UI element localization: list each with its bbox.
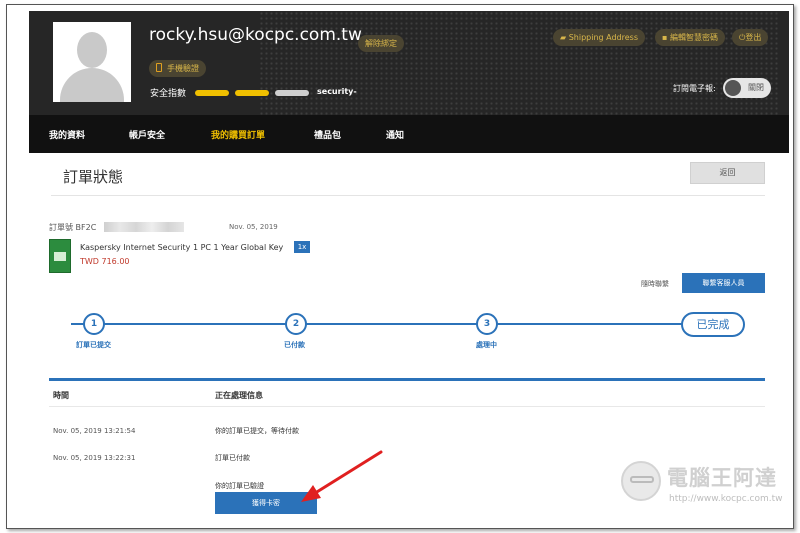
log-table-top-border — [49, 378, 765, 381]
log-row-3-message: 你的訂單已驗證 — [215, 482, 264, 490]
tab-gift-pack[interactable]: 禮品包 — [314, 128, 341, 141]
security-bar-2 — [235, 90, 269, 96]
order-number-redaction — [104, 222, 184, 232]
page-title: 訂單狀態 — [63, 168, 124, 186]
step-1-circle: 1 — [83, 313, 105, 335]
toggle-knob — [725, 80, 741, 96]
order-date: Nov. 05, 2019 — [229, 223, 278, 231]
shipping-address-button[interactable]: ▰ Shipping Address — [553, 29, 646, 46]
step-3-label: 處理中 — [476, 341, 497, 349]
shipping-address-label: Shipping Address — [568, 33, 639, 42]
back-button[interactable]: 返回 — [690, 162, 765, 184]
log-row-2-time: Nov. 05, 2019 13:22:31 — [53, 454, 136, 462]
phone-verify-badge[interactable]: 手機驗證 — [149, 60, 206, 77]
tab-notifications[interactable]: 通知 — [386, 128, 404, 141]
get-card-key-button[interactable]: 獲得卡密 — [215, 492, 317, 514]
log-row-1-time: Nov. 05, 2019 13:21:54 — [53, 427, 136, 435]
security-bar-1 — [195, 90, 229, 96]
phone-verify-label: 手機驗證 — [167, 64, 199, 73]
account-header: rocky.hsu@kocpc.com.tw 解除綁定 手機驗證 ▰ Shipp… — [29, 11, 789, 115]
account-nav: 我的資料 帳戶安全 我的購買訂單 禮品包 通知 — [29, 115, 789, 153]
tab-my-profile[interactable]: 我的資料 — [49, 128, 85, 141]
security-bar-3 — [275, 90, 309, 96]
avatar-head-shape — [77, 32, 107, 68]
title-divider — [51, 195, 765, 196]
product-name[interactable]: Kaspersky Internet Security 1 PC 1 Year … — [80, 243, 283, 252]
logout-label: 登出 — [745, 33, 762, 42]
order-status-page: rocky.hsu@kocpc.com.tw 解除綁定 手機驗證 ▰ Shipp… — [29, 11, 789, 528]
log-header-status: 正在處理信息 — [215, 391, 263, 400]
toggle-state-label: 關閉 — [748, 83, 764, 92]
lock-icon: ▪ — [662, 33, 670, 42]
order-number: 訂單號 BF2C — [49, 223, 97, 232]
log-row-2-message: 訂單已付款 — [215, 454, 250, 462]
avatar-body-shape — [60, 68, 124, 102]
account-email: rocky.hsu@kocpc.com.tw — [149, 25, 362, 45]
mascot-glasses — [630, 476, 654, 483]
newsletter-toggle[interactable]: 關閉 — [723, 78, 771, 98]
step-2-label: 已付款 — [284, 341, 305, 349]
mascot-face-icon — [621, 461, 661, 501]
newsletter-label: 訂閱電子報: — [673, 84, 716, 93]
step-completed-pill: 已完成 — [681, 312, 745, 337]
product-price: TWD 716.00 — [80, 257, 130, 266]
contact-anytime-label: 隨時聯繫 — [641, 280, 669, 288]
quantity-badge: 1x — [294, 241, 310, 253]
step-3-circle: 3 — [476, 313, 498, 335]
step-1-label: 訂單已提交 — [76, 341, 111, 349]
tab-my-orders[interactable]: 我的購買訂單 — [211, 128, 265, 141]
progress-line — [71, 323, 704, 325]
unbind-button[interactable]: 解除綁定 — [358, 35, 404, 52]
phone-icon — [156, 63, 162, 72]
security-level-text: security- — [317, 87, 357, 96]
avatar[interactable] — [53, 22, 131, 102]
watermark-url: http://www.kocpc.com.tw — [669, 494, 783, 504]
log-header-time: 時間 — [53, 391, 69, 400]
tab-account-security[interactable]: 帳戶安全 — [129, 128, 165, 141]
product-box-art — [54, 252, 66, 261]
house-icon: ▰ — [560, 33, 569, 42]
logout-button[interactable]: ⏻登出 — [732, 29, 769, 46]
product-box-icon — [49, 239, 71, 273]
site-watermark: 電腦王阿達 http://www.kocpc.com.tw — [621, 458, 793, 513]
screenshot-frame: rocky.hsu@kocpc.com.tw 解除綁定 手機驗證 ▰ Shipp… — [6, 4, 794, 529]
security-index-label: 安全指數 — [150, 89, 187, 99]
contact-support-button[interactable]: 聯繫客服人員 — [682, 273, 765, 293]
log-row-1-message: 你的訂單已提交，等待付款 — [215, 427, 299, 435]
log-header-divider — [49, 406, 765, 407]
step-2-circle: 2 — [285, 313, 307, 335]
edit-password-button[interactable]: ▪ 編輯智慧密碼 — [655, 29, 725, 46]
watermark-title: 電腦王阿達 — [667, 466, 777, 490]
edit-password-label: 編輯智慧密碼 — [669, 33, 718, 42]
